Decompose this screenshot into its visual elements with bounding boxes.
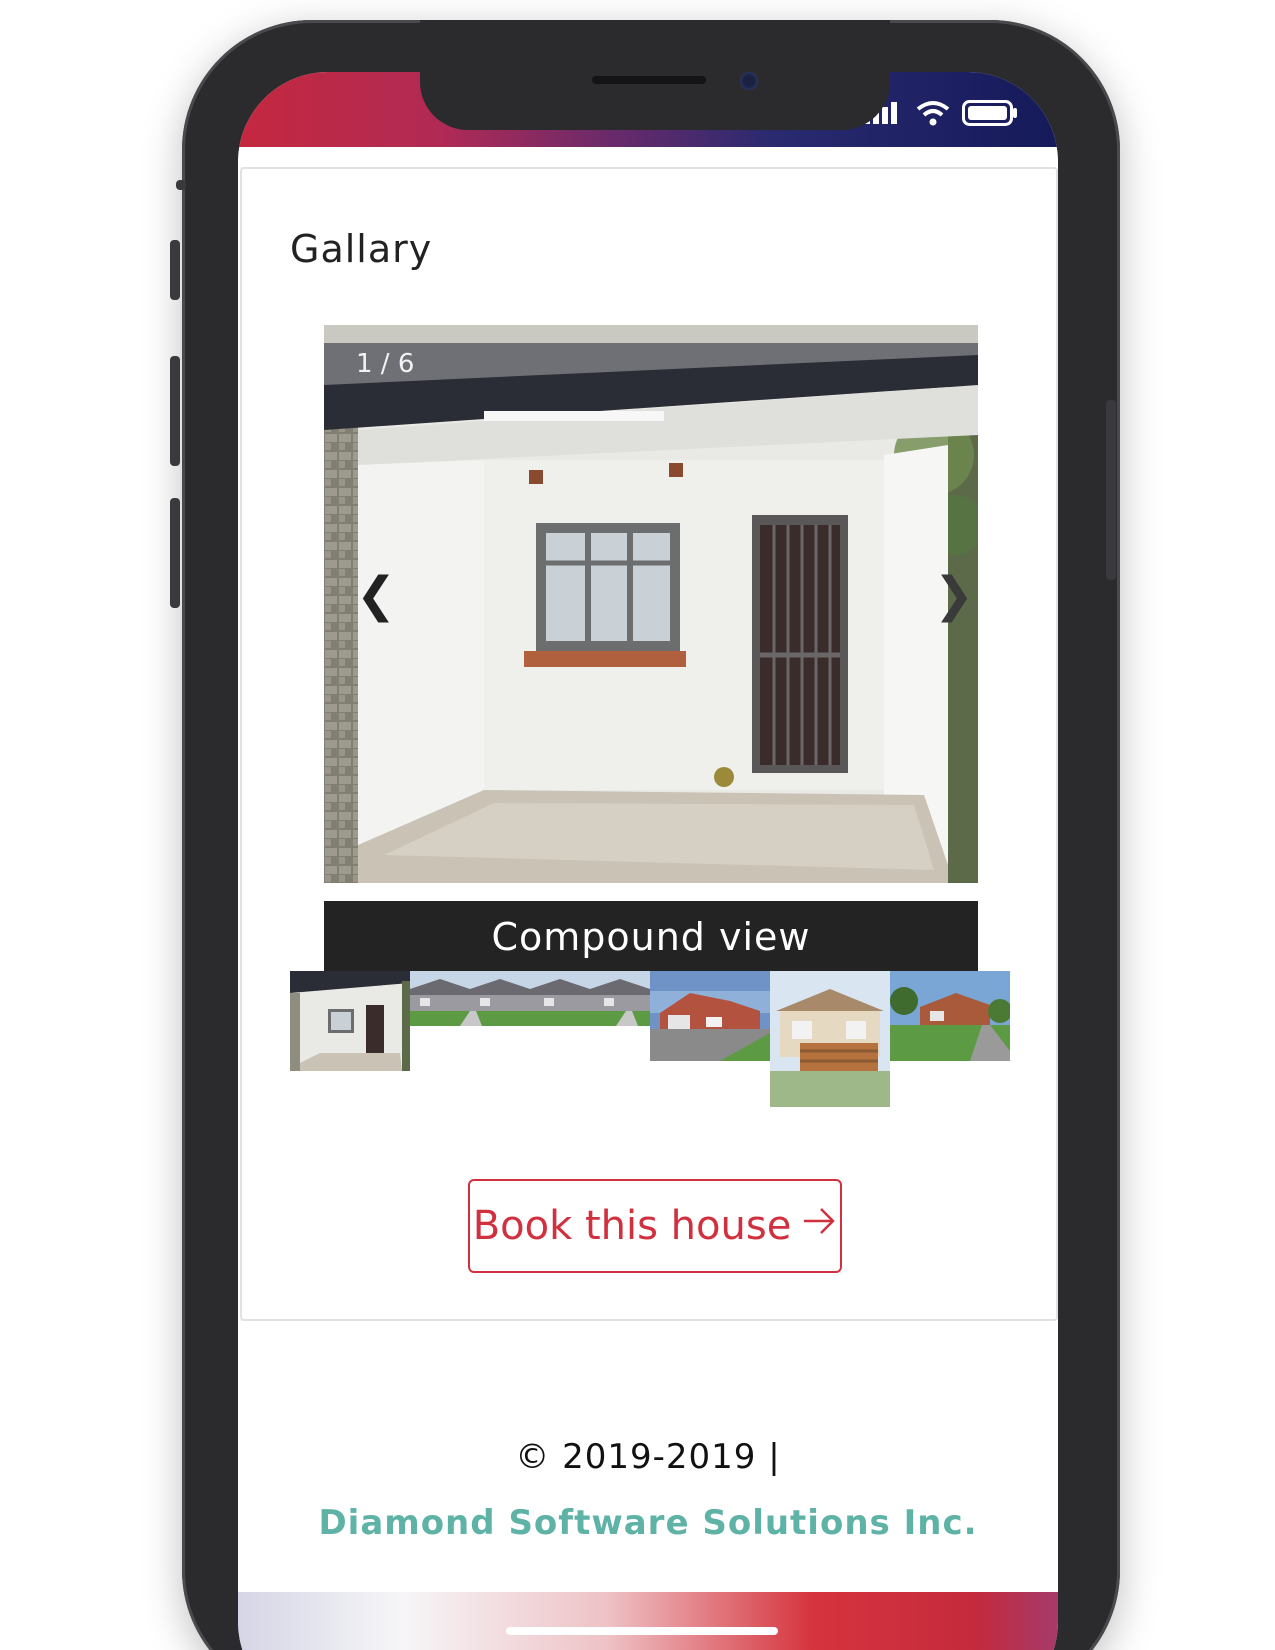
status-icons <box>864 100 1018 130</box>
stage: Gallary 1 / 6 ❮ ❯ Compound view Book thi… <box>0 0 1275 1650</box>
power-button <box>1106 400 1116 580</box>
home-indicator[interactable] <box>506 1627 778 1635</box>
phone-screen: Gallary 1 / 6 ❮ ❯ Compound view Book thi… <box>238 72 1058 1650</box>
arrow-right-icon <box>801 1203 837 1249</box>
volume-button-3 <box>170 498 180 608</box>
gallery-title: Gallary <box>290 227 433 271</box>
front-camera <box>740 72 758 90</box>
thumb-lawn-house[interactable] <box>890 971 1010 1061</box>
phone-notch <box>420 20 890 130</box>
thumb-row-houses-2[interactable] <box>530 971 650 1026</box>
thumb-compound[interactable] <box>290 971 410 1071</box>
wifi-icon <box>916 100 950 130</box>
speaker-grille <box>592 76 706 84</box>
next-slide-button[interactable]: ❯ <box>934 571 974 619</box>
mute-switch <box>176 180 186 190</box>
slide-caption: Compound view <box>324 901 978 973</box>
thumb-row-houses-1[interactable] <box>410 971 530 1026</box>
thumb-brick-house[interactable] <box>650 971 770 1061</box>
prev-slide-button[interactable]: ❮ <box>356 571 396 619</box>
battery-icon <box>962 100 1018 130</box>
thumbnail-strip <box>290 971 1012 1111</box>
slide-image-compound <box>324 325 978 883</box>
page-content: Gallary 1 / 6 ❮ ❯ Compound view Book thi… <box>238 147 1058 1597</box>
bottom-gradient-bar <box>238 1592 1058 1650</box>
book-house-label: Book this house <box>472 1203 792 1249</box>
footer-company-link[interactable]: Diamond Software Solutions Inc. <box>238 1503 1058 1543</box>
volume-down-button <box>170 356 180 466</box>
thumb-deck-house[interactable] <box>770 971 890 1107</box>
volume-up-button <box>170 240 180 300</box>
book-house-button[interactable]: Book this house <box>468 1179 842 1273</box>
gallery-card: Gallary 1 / 6 ❮ ❯ Compound view Book thi… <box>240 167 1058 1321</box>
footer-copyright: © 2019-2019 | <box>515 1437 781 1477</box>
slide-counter: 1 / 6 <box>356 349 415 379</box>
gallery-slide[interactable]: 1 / 6 ❮ ❯ <box>324 325 978 883</box>
